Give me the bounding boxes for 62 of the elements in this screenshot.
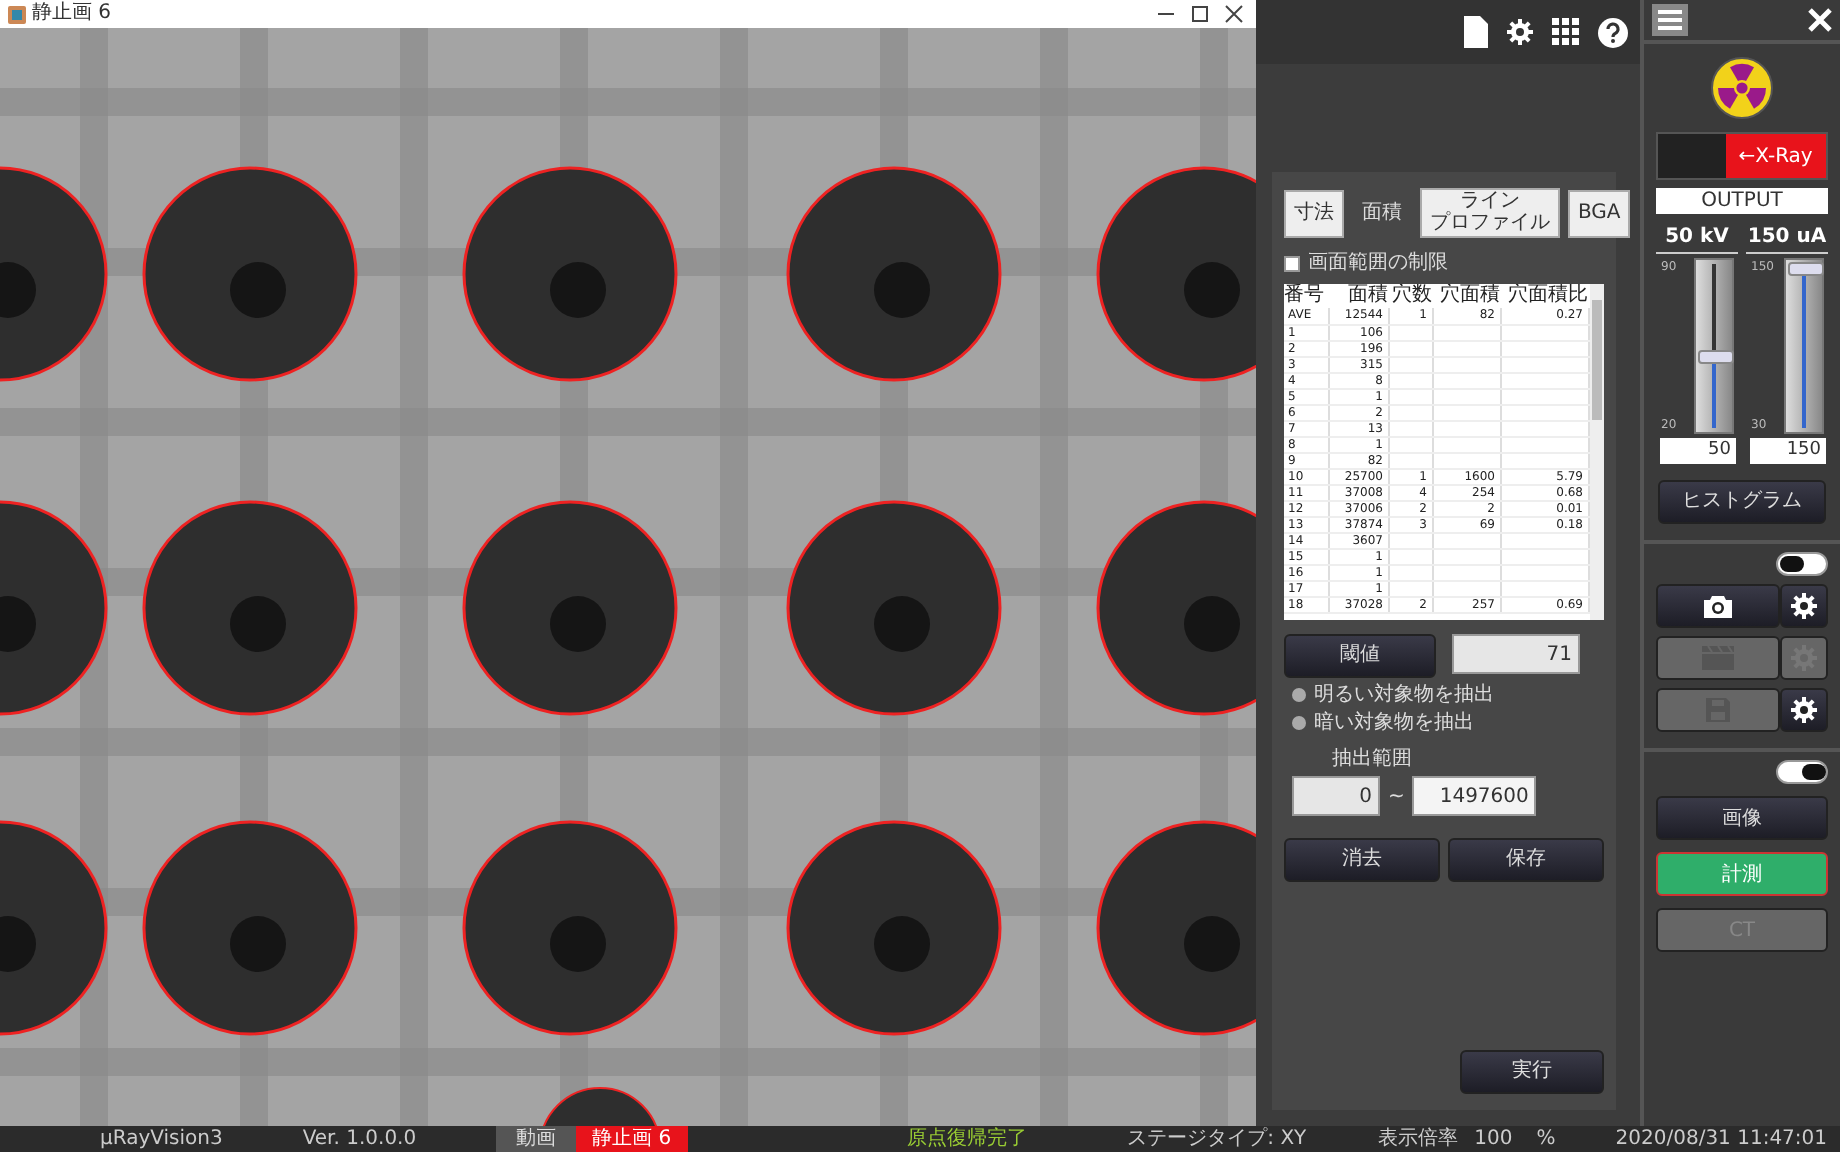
radio-label: 暗い対象物を抽出 [1314,712,1474,734]
toggle-switch[interactable] [1776,552,1828,576]
mode-button[interactable]: 画像 [1656,796,1828,840]
xray-indicator[interactable]: ←X-Ray [1656,132,1828,180]
status-tab[interactable]: 静止画 6 [576,1126,688,1152]
radiation-icon [1710,56,1774,120]
window-title: 静止画 6 [32,4,112,24]
action-button[interactable]: 保存 [1448,838,1604,882]
camera-icon [1704,594,1732,618]
zoom-value: 100 [1474,1129,1513,1149]
scrollbar-thumb[interactable] [1591,300,1601,420]
threshold-field[interactable]: 71 [1452,634,1580,674]
radio-label: 明るい対象物を抽出 [1314,684,1494,706]
histogram-button[interactable]: ヒストグラム [1658,480,1826,524]
gear-icon [1790,696,1818,724]
slider-thumb[interactable] [1697,350,1733,365]
date-time: 2020/08/31 11:47:01 [1615,1129,1828,1149]
settings-button[interactable] [1780,584,1828,628]
checkbox-label: 画面範囲の制限 [1308,252,1448,274]
checkbox[interactable] [1284,255,1300,271]
run-button[interactable]: 実行 [1460,1050,1604,1094]
close-icon[interactable] [1808,8,1832,32]
spin-field[interactable]: 50 [1659,438,1735,464]
spin-field[interactable]: 150 [1749,438,1825,464]
output-label: OUTPUT [1656,188,1828,214]
slider-track[interactable] [1693,258,1733,434]
stage-type-label: ステージタイプ: XY [1127,1129,1307,1149]
radio-button[interactable] [1292,688,1306,702]
slider-track[interactable] [1783,258,1823,434]
range-separator: ~ [1388,785,1405,807]
slider-value-label: 150 uA [1746,222,1828,254]
slider-value-label: 50 kV [1656,222,1738,254]
zoom-unit: % [1536,1129,1556,1149]
tab[interactable]: 面積 [1352,190,1412,238]
gear-icon [1790,592,1818,620]
toggle-switch[interactable] [1776,760,1828,784]
version-label: Ver. 1.0.0.0 [302,1129,417,1149]
tab[interactable]: BGA [1568,190,1631,238]
help-icon[interactable] [1598,17,1628,47]
threshold-button[interactable]: 閾値 [1284,634,1436,678]
settings-icon[interactable] [1506,18,1534,46]
zoom-label: 表示倍率 [1378,1129,1459,1149]
document-icon[interactable] [1464,16,1488,48]
app-name: μRayVision3 [100,1129,223,1149]
status-tab[interactable]: 動画 [496,1126,577,1152]
column-header: 面積 [1328,284,1388,308]
range-label: 抽出範囲 [1332,748,1414,770]
tab[interactable]: ライン プロファイル [1420,188,1560,238]
close-icon[interactable] [1220,4,1248,24]
status-message: 原点復帰完了 [907,1129,1028,1149]
range-min-field[interactable]: 0 [1292,776,1380,816]
capture-button[interactable] [1656,584,1780,628]
maximize-icon[interactable] [1186,4,1214,24]
action-button[interactable]: 消去 [1284,838,1440,882]
range-max-field[interactable]: 1497600 [1412,776,1537,816]
app-icon [8,5,26,23]
slider-thumb[interactable] [1787,262,1823,276]
grid-icon[interactable] [1552,18,1580,46]
menu-icon[interactable] [1652,4,1688,36]
radio-button[interactable] [1292,716,1306,730]
tab[interactable]: 寸法 [1284,190,1344,238]
column-header: 番号 [1284,284,1328,308]
